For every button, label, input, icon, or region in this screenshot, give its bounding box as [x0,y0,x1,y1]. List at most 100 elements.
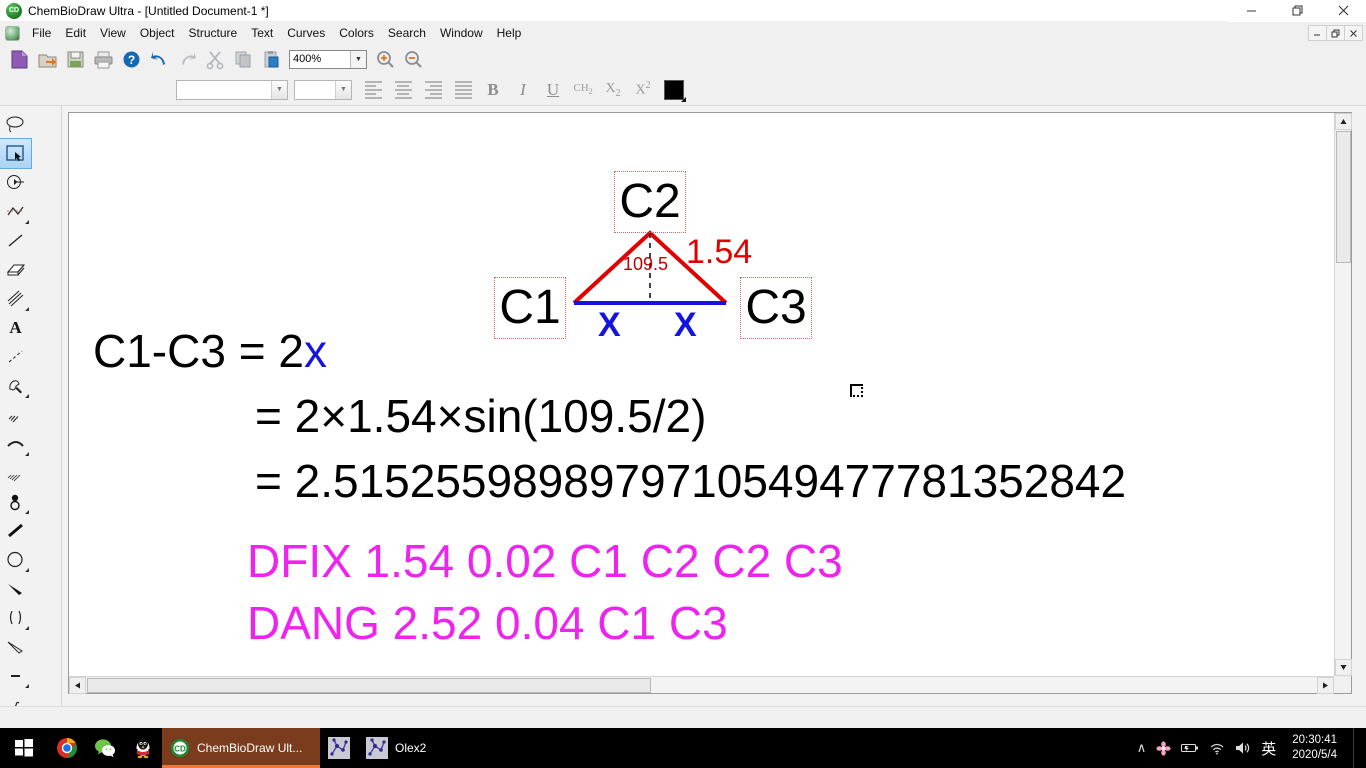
bold-bond-tool[interactable] [0,516,31,545]
x-marker-right[interactable]: X [674,308,697,342]
formula-subscript-button[interactable]: CH2 [568,77,598,103]
open-document-button[interactable] [33,46,61,72]
save-button[interactable] [61,46,89,72]
angle-label[interactable]: 109.5 [623,254,668,275]
undo-button[interactable] [145,46,173,72]
equation-line-2[interactable]: = 2×1.54×sin(109.5/2) [255,393,706,439]
align-right-button[interactable] [418,77,448,103]
lasso-select-tool[interactable] [0,110,31,139]
ime-tray-icon[interactable]: 英 [1261,738,1276,759]
hashed-wedge-tool[interactable] [0,400,31,429]
text-tool[interactable]: A [0,313,31,342]
align-left-button[interactable] [358,77,388,103]
bracket-tool[interactable] [0,603,31,632]
subscript-button[interactable]: X2 [598,77,628,103]
qq-penguin-taskbar-icon[interactable] [124,728,162,768]
menu-item-file[interactable]: File [25,22,58,44]
arc-tool[interactable] [0,429,31,458]
hollow-wedge-tool[interactable] [0,632,31,661]
scroll-down-button[interactable] [1335,659,1352,676]
redo-button[interactable] [173,46,201,72]
drawing-canvas[interactable]: C1 C2 C3 1.54 109.5 X X C1-C3 = 2x = 2×1… [69,113,1334,676]
menu-item-object[interactable]: Object [133,22,182,44]
dashed-bond-tool[interactable] [0,342,31,371]
olex2-taskbar-window-1[interactable] [320,728,358,768]
marquee-select-tool[interactable] [0,138,32,169]
font-name-combobox[interactable]: ▼ [176,79,288,100]
align-justify-button[interactable] [448,77,478,103]
vertical-scroll-thumb[interactable] [1336,131,1351,263]
menu-item-view[interactable]: View [93,22,133,44]
italic-button[interactable]: I [508,77,538,103]
menu-item-text[interactable]: Text [244,22,280,44]
align-center-button[interactable] [388,77,418,103]
battery-tray-icon[interactable] [1181,742,1199,754]
dang-command-line[interactable]: DANG 2.52 0.04 C1 C3 [247,600,728,646]
print-button[interactable] [89,46,117,72]
bond-length-label[interactable]: 1.54 [686,233,752,272]
atom-label-c2[interactable]: C2 [614,171,686,233]
network-tray-icon[interactable] [1209,742,1225,755]
volume-tray-icon[interactable] [1235,741,1251,755]
eraser-circle-tool[interactable] [0,168,31,197]
menu-item-colors[interactable]: Colors [332,22,381,44]
menu-item-structure[interactable]: Structure [182,22,245,44]
circle-tool[interactable] [0,545,31,574]
scroll-up-button[interactable] [1335,113,1352,130]
atom-label-c1[interactable]: C1 [494,277,566,339]
pen-tool[interactable] [0,371,31,400]
restore-button[interactable] [1274,0,1320,22]
bold-hash-tool[interactable] [0,458,31,487]
minimize-button[interactable] [1228,0,1274,22]
new-document-button[interactable] [5,46,33,72]
copy-button[interactable] [229,46,257,72]
mdi-restore-button[interactable] [1326,25,1345,41]
show-hidden-icons-button[interactable]: ∧ [1137,740,1147,756]
mdi-minimize-button[interactable] [1308,25,1327,41]
vertical-scrollbar[interactable] [1334,113,1352,676]
horizontal-scrollbar[interactable] [69,676,1334,694]
chevron-down-icon[interactable]: ▼ [350,50,366,68]
close-button[interactable] [1320,0,1366,22]
wechat-taskbar-icon[interactable] [86,728,124,768]
atom-label-c3[interactable]: C3 [740,277,812,339]
equation-line-1[interactable]: C1-C3 = 2x [93,328,327,374]
multiple-bond-tool[interactable] [0,284,31,313]
menu-item-curves[interactable]: Curves [280,22,332,44]
chevron-down-icon[interactable]: ▼ [335,80,351,99]
underline-button[interactable]: U [538,77,568,103]
start-button[interactable] [0,728,48,768]
superscript-button[interactable]: X2 [628,77,658,103]
taskbar-clock[interactable]: 20:30:41 2020/5/4 [1286,733,1337,763]
scroll-right-button[interactable] [1317,677,1334,694]
font-size-combobox[interactable]: ▼ [294,79,352,100]
chain-tool[interactable] [0,197,31,226]
wedge-bond-tool[interactable] [0,574,31,603]
olex2-taskbar-window-2[interactable]: Olex2 [358,728,470,768]
menu-item-window[interactable]: Window [433,22,490,44]
zoom-level-combobox[interactable]: 400% ▼ [289,49,367,69]
x-marker-left[interactable]: X [598,308,621,342]
bold-button[interactable]: B [478,77,508,103]
chrome-taskbar-icon[interactable] [48,728,86,768]
scroll-left-button[interactable] [69,677,86,694]
show-desktop-button[interactable] [1353,728,1360,768]
dfix-command-line[interactable]: DFIX 1.54 0.02 C1 C2 C2 C3 [247,538,843,584]
solid-bond-tool[interactable] [0,226,31,255]
mdi-close-button[interactable] [1344,25,1363,41]
chevron-down-icon[interactable]: ▼ [271,80,287,99]
chembiodraw-taskbar-window[interactable]: CD ChemBioDraw Ult... [162,728,320,768]
paste-button[interactable] [257,46,285,72]
menu-item-search[interactable]: Search [381,22,433,44]
horizontal-scroll-thumb[interactable] [87,678,651,693]
eraser-tool[interactable] [0,255,31,284]
antivirus-tray-icon[interactable] [1156,740,1171,756]
menu-item-edit[interactable]: Edit [58,22,93,44]
zoom-in-button[interactable] [371,46,399,72]
help-button[interactable]: ? [117,46,145,72]
equation-line-3[interactable]: = 2.5152559898979710549477781352842 [255,458,1126,504]
text-color-swatch[interactable] [664,79,686,102]
cut-button[interactable] [201,46,229,72]
orbital-tool[interactable] [0,487,31,516]
menu-item-help[interactable]: Help [490,22,529,44]
